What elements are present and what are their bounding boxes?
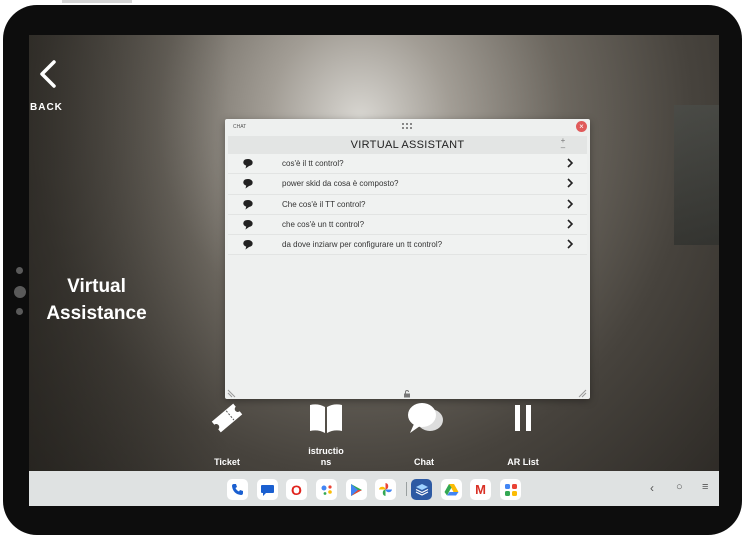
drag-grip-icon[interactable]: [401, 122, 413, 130]
question-item[interactable]: power skid da cosa è composto?: [228, 174, 587, 195]
chat-label: Chat: [414, 457, 434, 467]
ar-list-button[interactable]: AR List: [488, 400, 558, 470]
ticket-icon: [211, 403, 243, 433]
close-chat-button[interactable]: ×: [576, 121, 587, 132]
chat-bubbles-icon: [408, 403, 443, 433]
ar-list-label: AR List: [507, 457, 539, 467]
instructions-button[interactable]: istructio ns: [291, 400, 361, 470]
apps-grid-icon[interactable]: [500, 479, 521, 500]
nav-recents-button[interactable]: ≡: [702, 481, 708, 493]
chat-window: CHAT × VIRTUAL ASSISTANT + – cos'è il tt …: [225, 119, 590, 399]
instructions-label-line1: istructio: [308, 446, 344, 456]
chat-bubble-icon: [243, 240, 253, 250]
camera-dot: [16, 267, 23, 274]
book-icon: [310, 404, 342, 433]
system-navbar: O M ‹ ○ ≡: [29, 471, 719, 506]
question-item[interactable]: che cos'è un tt control?: [228, 214, 587, 236]
ar-screen: BACK Virtual Assistance CHAT × VIRTUAL A…: [29, 35, 719, 506]
chevron-right-icon: [567, 178, 574, 188]
back-label: BACK: [30, 102, 63, 113]
panel-title: Virtual Assistance: [46, 276, 147, 324]
question-text: da dove inziarw per configurare un tt co…: [282, 240, 443, 250]
chevron-right-icon: [567, 239, 574, 249]
chevron-right-icon: [567, 219, 574, 229]
chat-header: VIRTUAL ASSISTANT + –: [228, 136, 587, 154]
messages-icon[interactable]: [257, 479, 278, 500]
close-icon: ×: [579, 122, 584, 131]
play-store-icon[interactable]: [346, 479, 367, 500]
question-text: cos'è il tt control?: [282, 159, 344, 168]
question-item[interactable]: Che cos'è il TT control?: [228, 194, 587, 215]
question-list: cos'è il tt control? power skid da cosa …: [228, 154, 587, 256]
back-chevron-icon: [40, 60, 56, 88]
question-item[interactable]: da dove inziarw per configurare un tt co…: [228, 235, 587, 256]
ticket-label: Ticket: [214, 457, 240, 467]
resize-handle-left-icon[interactable]: [227, 389, 236, 398]
chat-button[interactable]: Chat: [389, 400, 459, 470]
dock-separator: [406, 482, 407, 496]
drive-icon[interactable]: [441, 479, 462, 500]
chat-bubble-icon: [243, 219, 253, 230]
nav-back-button[interactable]: ‹: [650, 481, 654, 495]
camera-lens: [14, 286, 26, 298]
chat-title: VIRTUAL ASSISTANT: [350, 139, 465, 151]
question-text: power skid da cosa è composto?: [282, 179, 399, 189]
question-item[interactable]: cos'è il tt control?: [228, 154, 587, 175]
lock-icon[interactable]: [403, 390, 411, 398]
top-strip: [62, 0, 132, 3]
phone-icon[interactable]: [227, 479, 248, 500]
opera-icon[interactable]: O: [286, 479, 307, 500]
pause-icon: [515, 405, 531, 431]
gmail-icon[interactable]: M: [470, 479, 491, 500]
minimize-control-icon[interactable]: + –: [558, 137, 568, 152]
instructions-label-line2: ns: [320, 457, 332, 467]
sensor-dot: [16, 308, 23, 315]
question-text: che cos'è un tt control?: [282, 219, 365, 229]
resize-handle-right-icon[interactable]: [578, 389, 587, 398]
chat-bubble-icon: [243, 159, 253, 169]
ticket-button[interactable]: Ticket: [192, 400, 262, 470]
back-button[interactable]: BACK: [29, 57, 63, 119]
camera-background-window: [674, 105, 719, 245]
chevron-right-icon: [567, 158, 574, 168]
chat-bubble-icon: [243, 199, 253, 210]
chevron-right-icon: [567, 199, 574, 209]
assistant-icon[interactable]: [316, 479, 337, 500]
chat-bubble-icon: [243, 179, 253, 189]
chat-window-tag: CHAT: [233, 124, 247, 130]
question-text: Che cos'è il TT control?: [282, 199, 366, 209]
nav-home-button[interactable]: ○: [676, 481, 683, 493]
photos-icon[interactable]: [375, 479, 396, 500]
layers-app-icon[interactable]: [411, 479, 432, 500]
